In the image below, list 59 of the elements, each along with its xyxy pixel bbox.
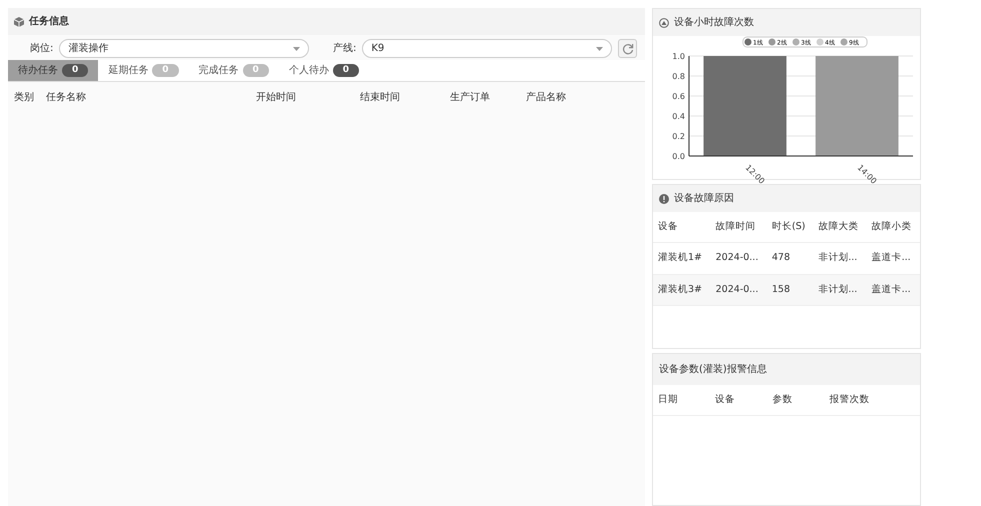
select-field[interactable]: 灌装操作 [59, 39, 309, 58]
table-cell: 灌装机1# [653, 242, 711, 274]
tab[interactable]: 完成任务 0 [188, 60, 279, 81]
count-badge: 0 [242, 64, 269, 78]
caret-icon [293, 46, 300, 50]
column-header: 故障时间 [710, 212, 767, 243]
legend-marker [792, 38, 800, 46]
column-header: 类别 [13, 90, 35, 105]
refresh-icon [622, 42, 634, 54]
column-header: 任务名称 [46, 91, 87, 105]
column-header: 报警次数 [824, 385, 920, 416]
tab[interactable]: 待办任务 0 [8, 60, 98, 81]
column-header: 故障大类 [813, 212, 867, 243]
chart-icon [659, 18, 669, 28]
column-header: 结束时间 [360, 90, 401, 105]
legend-marker [816, 38, 824, 46]
count-badge: 0 [62, 64, 88, 78]
tab[interactable]: 延期任务 0 [98, 60, 189, 81]
legend-marker [840, 38, 848, 46]
axis-tick-label: 0.8 [672, 72, 685, 81]
panel-title: 任务信息 [29, 14, 69, 29]
table-cell: 2024-0... [710, 242, 767, 274]
axis-tick-label: 0.0 [672, 152, 685, 161]
table-cell: 非计划... [813, 274, 867, 306]
table-cell: 478 [766, 242, 814, 274]
panel-title: 设备小时故障次数 [674, 16, 754, 30]
column-header: 参数 [767, 385, 825, 416]
column-header: 开始时间 [255, 90, 297, 105]
table-cell: 158 [766, 274, 814, 306]
column-header: 日期 [653, 385, 710, 416]
count-badge: 0 [152, 64, 179, 78]
tab[interactable]: 个人待办 0 [278, 60, 370, 81]
panel-title: 设备参数(灌装)报警信息 [659, 362, 767, 377]
column-header: 故障小类 [866, 212, 920, 243]
table-cell: 非计划... [813, 242, 867, 274]
axis-tick-label: 0.6 [672, 92, 685, 101]
legend-marker [768, 38, 776, 46]
table-cell: 2024-0... [710, 274, 767, 306]
axis-tick-label: 1.0 [672, 52, 685, 61]
panel-title: 设备故障原因 [674, 192, 734, 206]
table-cell: 盖道卡... [866, 274, 920, 306]
select-field[interactable]: K9 [362, 39, 612, 58]
count-badge: 0 [332, 64, 360, 78]
legend-marker [744, 38, 752, 46]
table-cell: 盖道卡... [866, 242, 920, 274]
column-header: 设备 [653, 212, 711, 243]
alert-icon [659, 194, 669, 204]
refresh-button[interactable] [618, 39, 637, 58]
filter-label: 岗位: [30, 42, 54, 56]
column-header: 生产订单 [450, 90, 491, 105]
filter-label: 产线: [333, 42, 356, 56]
axis-tick-label: 0.2 [672, 132, 685, 141]
column-header: 产品名称 [526, 90, 567, 105]
cube-icon [14, 16, 24, 26]
caret-icon [596, 46, 603, 50]
table-cell: 灌装机3# [653, 274, 711, 306]
column-header: 时长(S) [766, 212, 814, 243]
axis-tick-label: 0.4 [672, 112, 685, 121]
column-header: 设备 [710, 385, 768, 416]
